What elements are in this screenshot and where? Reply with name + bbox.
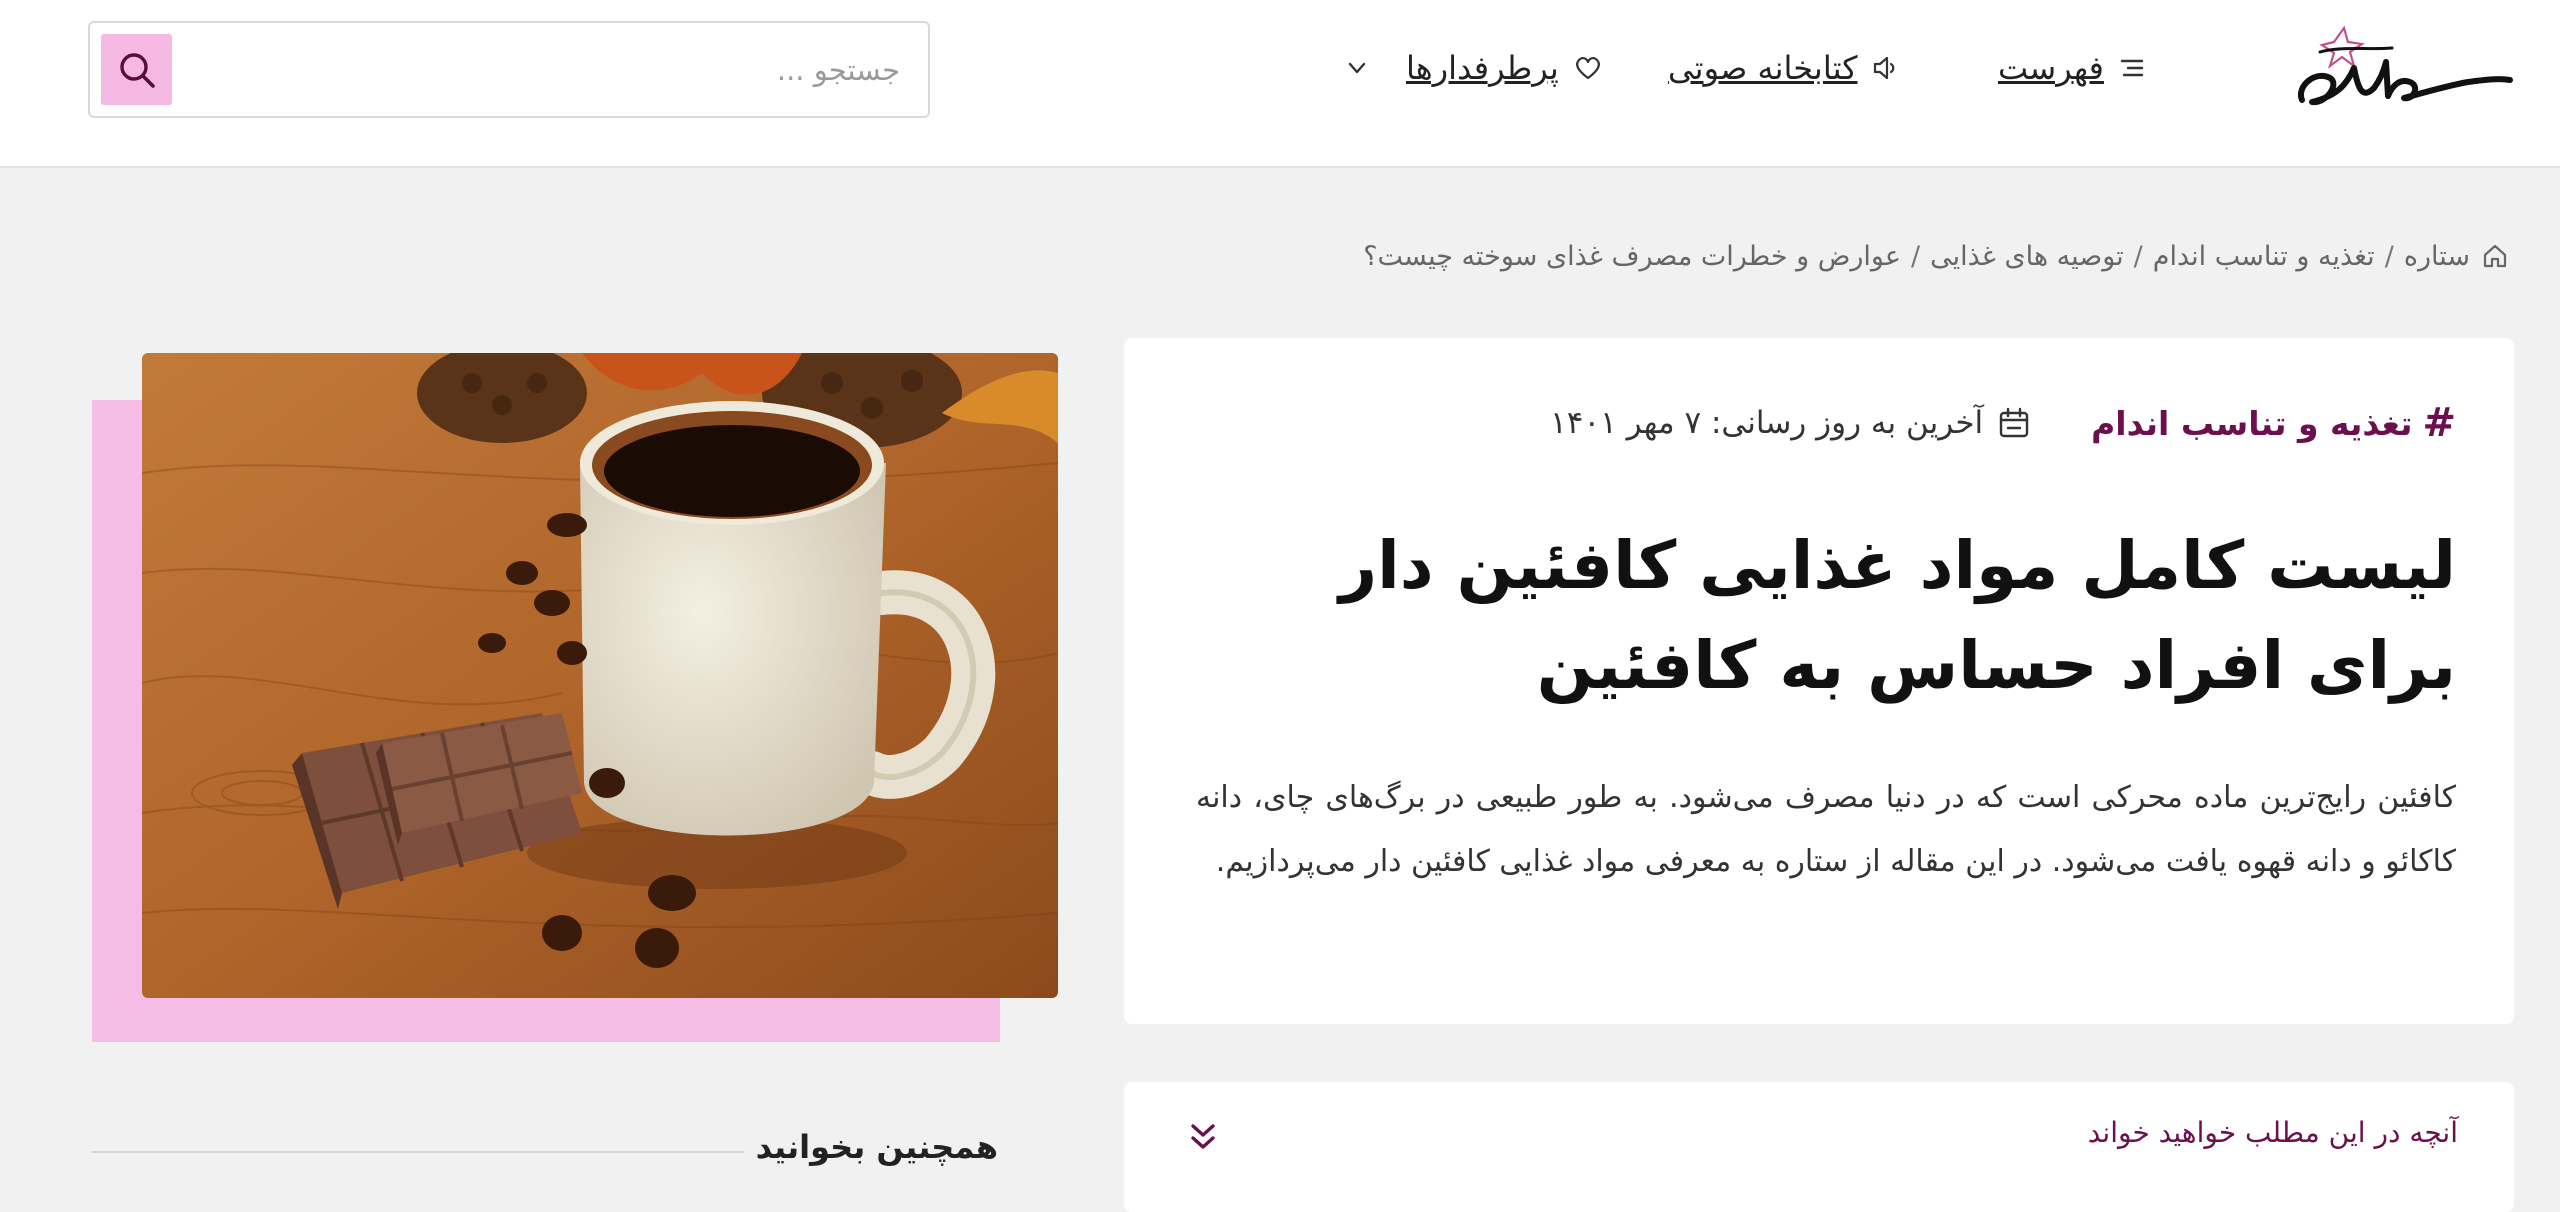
breadcrumb-separator: / — [2384, 240, 2394, 272]
breadcrumb-separator: / — [1910, 240, 1921, 272]
logo-graphic — [2297, 25, 2513, 106]
coffee-chocolate-illustration — [142, 353, 1058, 998]
search-icon — [119, 52, 155, 88]
nav-menu-label: فهرست — [1998, 49, 2104, 87]
heart-icon — [1575, 56, 1600, 80]
breadcrumb-nutrition[interactable]: تغذیه و تناسب اندام — [2153, 241, 2375, 272]
double-chevron-down-icon — [1191, 1124, 1215, 1149]
toc-label: آنچه در این مطلب خواهید خواند — [2087, 1116, 2458, 1149]
breadcrumb-separator: / — [2133, 240, 2143, 272]
nav-menu[interactable]: فهرست — [1998, 46, 2146, 90]
category-link[interactable]: # تغذیه و تناسب اندام — [2091, 400, 2456, 446]
toc-toggle[interactable] — [1186, 1118, 1220, 1158]
menu-lines-icon — [2120, 59, 2144, 77]
article-meta: # تغذیه و تناسب اندام آخرین به روز رسانی… — [1550, 398, 2456, 448]
speaker-icon — [1874, 56, 1895, 80]
breadcrumb-home[interactable]: ستاره — [2404, 241, 2470, 272]
breadcrumb: ستاره / تغذیه و تناسب اندام / توصیه های … — [1363, 236, 2510, 276]
chevron-down-icon — [1348, 62, 1366, 74]
breadcrumb-diet-tips[interactable]: توصیه های غذایی — [1930, 241, 2124, 272]
article-intro: کافئین رایج‌ترین ماده محرکی است که در دن… — [1196, 780, 2456, 879]
search-box — [88, 21, 930, 118]
search-input[interactable] — [180, 23, 900, 116]
nav-audio-library[interactable]: کتابخانه صوتی — [1668, 46, 1901, 90]
calendar-icon — [1999, 407, 2029, 438]
search-button[interactable] — [101, 34, 172, 105]
home-icon[interactable] — [2480, 241, 2510, 271]
nav-popular-label: پرطرفدارها — [1406, 49, 1559, 87]
last-updated-text: آخرین به روز رسانی: ۷ مهر ۱۴۰۱ — [1550, 405, 1984, 441]
category-label: تغذیه و تناسب اندام — [2091, 403, 2413, 443]
also-read-heading: همچنین بخوانید — [755, 1128, 998, 1166]
site-logo[interactable] — [2296, 25, 2514, 116]
article-title: لیست کامل مواد غذایی کافئین دار برای افر… — [1339, 527, 2456, 704]
hashtag-icon: # — [2422, 400, 2456, 446]
nav-popular-dropdown[interactable]: پرطرفدارها — [1344, 46, 1603, 90]
article-hero-image — [142, 353, 1058, 998]
breadcrumb-current: عوارض و خطرات مصرف غذای سوخته چیست؟ — [1363, 240, 1901, 272]
table-of-contents[interactable]: آنچه در این مطلب خواهید خواند — [1124, 1082, 2514, 1212]
also-read-divider — [92, 1151, 744, 1153]
nav-audio-library-label: کتابخانه صوتی — [1668, 49, 1858, 87]
last-updated: آخرین به روز رسانی: ۷ مهر ۱۴۰۱ — [1550, 405, 2031, 441]
article-header-card: # تغذیه و تناسب اندام آخرین به روز رسانی… — [1124, 338, 2514, 1024]
site-header: فهرست کتابخانه صوتی پرطرفدارها — [0, 0, 2560, 168]
